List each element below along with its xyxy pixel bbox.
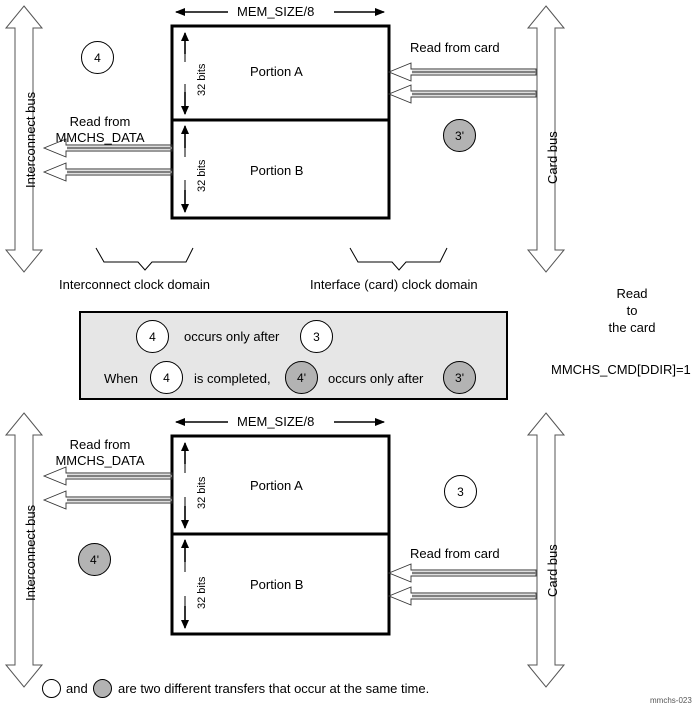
legend-row2-mid-text: is completed, (194, 371, 271, 386)
top-right-step-marker: 3' (443, 119, 476, 152)
interconnect-clock-domain-brace (95, 247, 194, 271)
footer-open-marker (42, 679, 61, 698)
top-interconnect-bus-label: Interconnect bus (23, 91, 38, 188)
bottom-left-transfer-arrows (42, 466, 173, 510)
figure-canvas: MEM_SIZE/8 Interconnect bus Card bus 32 … (0, 0, 697, 709)
interface-clock-domain-brace (349, 247, 448, 271)
bottom-card-bus-label: Card bus (545, 544, 560, 597)
bottom-bits-b-label: 32 bits (196, 576, 208, 609)
legend-row1-marker-b: 3 (300, 320, 333, 353)
top-portion-b-label: Portion B (250, 163, 304, 178)
bottom-portion-a-label: Portion A (250, 478, 303, 493)
bottom-mem-size-label: MEM_SIZE/8 (233, 414, 319, 429)
interface-clock-domain-label: Interface (card) clock domain (310, 277, 478, 292)
legend-row1-marker-a: 4 (136, 320, 169, 353)
bottom-portion-b-label: Portion B (250, 577, 304, 592)
bottom-right-transfer-label: Read from card (410, 546, 500, 561)
legend-row2-marker-a: 4 (150, 361, 183, 394)
footer-note-text: are two different transfers that occur a… (118, 681, 430, 696)
top-card-bus-label: Card bus (545, 131, 560, 184)
top-bits-a-label: 32 bits (196, 63, 208, 96)
bottom-bits-a-label: 32 bits (196, 476, 208, 509)
top-left-transfer-label-line1: Read from (69, 114, 131, 129)
direction-note-line2: to (626, 303, 638, 318)
bottom-interconnect-bus-label: Interconnect bus (23, 504, 38, 601)
legend-row2-marker-b: 4' (285, 361, 318, 394)
interconnect-clock-domain-label: Interconnect clock domain (59, 277, 211, 292)
register-note-label: MMCHS_CMD[DDIR]=1 (551, 362, 691, 377)
top-left-transfer-label-line2: MMCHS_DATA (55, 130, 145, 145)
direction-note-line1: Read (616, 286, 648, 301)
legend-row2-prefix: When (104, 371, 138, 386)
top-portion-a-label: Portion A (250, 64, 303, 79)
bottom-left-step-marker: 4' (78, 543, 111, 576)
top-left-step-marker: 4 (81, 41, 114, 74)
footer-and-label: and (66, 681, 88, 696)
legend-row1-text: occurs only after (184, 329, 280, 344)
top-right-transfer-label: Read from card (410, 40, 500, 55)
bottom-right-step-marker: 3 (444, 475, 477, 508)
top-mem-size-label: MEM_SIZE/8 (233, 4, 319, 19)
top-bits-b-label: 32 bits (196, 159, 208, 192)
legend-row2-marker-c: 3' (443, 361, 476, 394)
top-right-transfer-arrows (387, 62, 537, 104)
bottom-right-transfer-arrows (387, 563, 537, 606)
bottom-left-transfer-label-line2: MMCHS_DATA (55, 453, 145, 468)
figure-id-label: mmchs-023 (650, 696, 692, 705)
bottom-left-transfer-label-line1: Read from (69, 437, 131, 452)
legend-row2-text: occurs only after (328, 371, 424, 386)
direction-note-line3: the card (608, 320, 656, 335)
footer-filled-marker (93, 679, 112, 698)
top-left-transfer-arrows (42, 138, 173, 182)
